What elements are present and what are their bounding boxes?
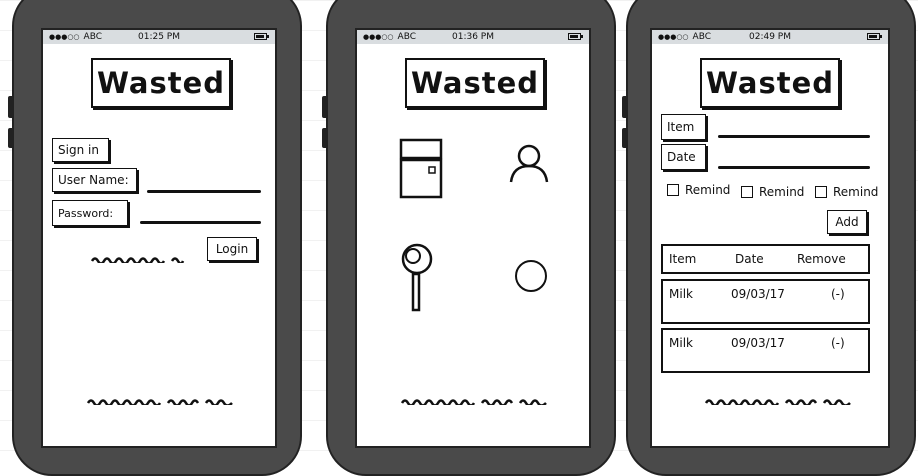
table-row[interactable]: Milk 09/03/17 (-) [661,279,870,324]
phone-frame-items: ●●●○○ ABC 02:49 PM Wasted Item Date Remi… [622,0,916,476]
footer-text [400,399,547,405]
footer-text [86,399,233,405]
status-bar: ●●●○○ ABC 01:25 PM [43,30,275,44]
user-icon[interactable] [507,142,551,186]
app-logo: Wasted [700,58,840,108]
phone-side-button [322,128,328,148]
password-label: Password: [52,200,128,226]
checkbox-icon[interactable] [741,186,753,198]
remind-label: Remind [759,185,805,199]
login-screen: ●●●○○ ABC 01:25 PM Wasted Sign in User N… [41,28,277,448]
phone-side-button [322,96,328,118]
fridge-icon[interactable] [397,138,443,200]
remove-button[interactable]: (-) [831,336,845,350]
home-screen: ●●●○○ ABC 01:36 PM Wasted [355,28,591,448]
app-logo: Wasted [91,58,231,108]
row-item: Milk [669,287,693,301]
checkbox-icon[interactable] [667,184,679,196]
item-field[interactable] [718,135,870,138]
date-label: Date [661,144,706,170]
status-time: 01:25 PM [138,32,180,42]
remind-checkbox[interactable]: Remind [815,185,878,199]
wireframe-canvas: ●●●○○ ABC 01:25 PM Wasted Sign in User N… [0,0,918,476]
remind-checkbox[interactable]: Remind [741,185,804,199]
checkbox-icon[interactable] [815,186,827,198]
battery-icon [254,33,269,40]
username-label: User Name: [52,168,137,192]
battery-icon [867,33,882,40]
remove-button[interactable]: (-) [831,287,845,301]
app-logo: Wasted [405,58,545,108]
status-bar: ●●●○○ ABC 02:49 PM [652,30,888,44]
footer-text [704,399,851,405]
battery-icon [568,33,583,40]
item-label: Item [661,114,706,140]
status-time: 01:36 PM [452,32,494,42]
password-field[interactable] [140,221,261,224]
phone-side-button [622,128,628,148]
status-time: 02:49 PM [749,32,791,42]
date-field[interactable] [718,166,870,169]
column-header-item: Item [669,252,697,266]
table-header: Item Date Remove [661,244,870,274]
remind-label: Remind [685,183,731,197]
items-screen: ●●●○○ ABC 02:49 PM Wasted Item Date Remi… [650,28,890,448]
remind-label: Remind [833,185,879,199]
row-date: 09/03/17 [731,336,785,350]
login-button[interactable]: Login [207,237,257,261]
row-item: Milk [669,336,693,350]
phone-frame-login: ●●●○○ ABC 01:25 PM Wasted Sign in User N… [8,0,302,476]
status-bar: ●●●○○ ABC 01:36 PM [357,30,589,44]
phone-frame-home: ●●●○○ ABC 01:36 PM Wasted [322,0,616,476]
forgot-password-link[interactable] [90,255,185,263]
magnifier-icon[interactable] [399,242,435,314]
signin-label: Sign in [52,138,109,162]
phone-side-button [622,96,628,118]
circle-icon[interactable] [513,258,549,294]
column-header-remove: Remove [797,252,846,266]
add-button[interactable]: Add [827,210,867,234]
row-date: 09/03/17 [731,287,785,301]
column-header-date: Date [735,252,764,266]
table-row[interactable]: Milk 09/03/17 (-) [661,328,870,373]
username-field[interactable] [147,190,261,193]
phone-side-button [8,96,14,118]
phone-side-button [8,128,14,148]
remind-checkbox[interactable]: Remind [667,183,730,197]
